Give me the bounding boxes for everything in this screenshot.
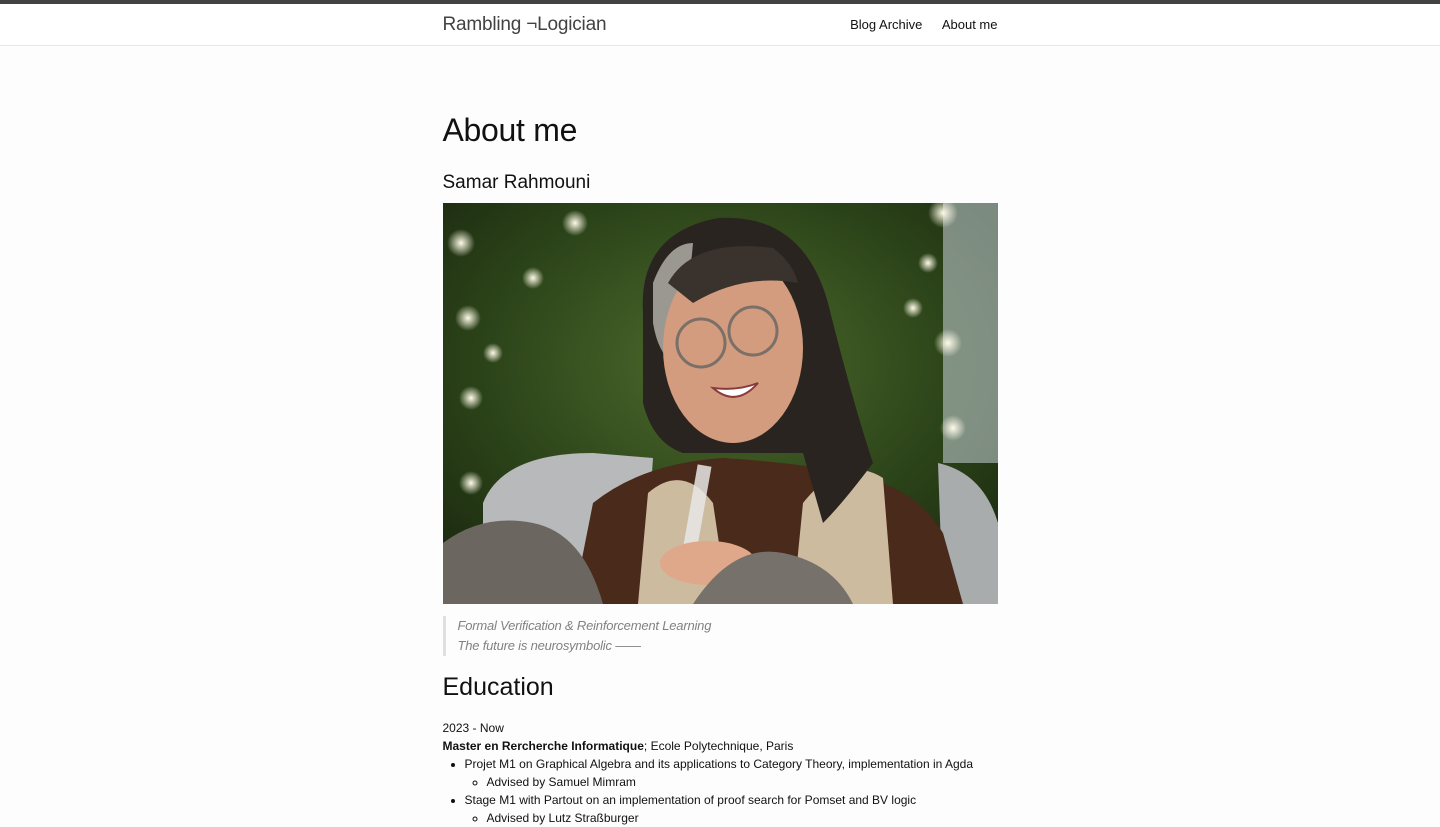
education-period: 2023 - Now: [442, 721, 504, 735]
list-item: Stage M1 with Partout on an implementati…: [465, 791, 998, 827]
author-name: Samar Rahmouni: [442, 172, 591, 193]
education-heading: Education: [442, 673, 554, 701]
main-content: About me Samar Rahmouni Formal Verificat…: [442, 46, 998, 825]
nav-link-blog-archive[interactable]: Blog Archive: [850, 17, 922, 32]
header-wrapper: Rambling ¬Logician Blog Archive About me: [443, 4, 998, 45]
education-degree-line: Master en Rercherche Informatique; Ecole…: [443, 737, 998, 755]
education-section: 2023 - Now Master en Rercherche Informat…: [443, 719, 998, 827]
site-title-link[interactable]: Rambling ¬Logician: [443, 4, 607, 45]
education-list: Projet M1 on Graphical Algebra and its a…: [443, 755, 998, 827]
degree-institution: ; Ecole Polytechnique, Paris: [643, 739, 794, 753]
site-header: Rambling ¬Logician Blog Archive About me: [0, 4, 1440, 46]
sub-list: Advised by Lutz Straßburger: [465, 809, 998, 827]
quote-line-2: The future is neurosymbolic ——: [457, 638, 641, 653]
tagline-quote: Formal Verification & Reinforcement Lear…: [442, 616, 712, 656]
list-item: Projet M1 on Graphical Algebra and its a…: [465, 755, 998, 791]
page-title: About me: [442, 112, 578, 148]
degree-name: Master en Rercherche Informatique: [442, 739, 644, 753]
quote-line-1: Formal Verification & Reinforcement Lear…: [457, 618, 712, 633]
sub-list-item: Advised by Lutz Straßburger: [487, 809, 998, 827]
list-item-text: Projet M1 on Graphical Algebra and its a…: [464, 757, 974, 771]
sub-list-item: Advised by Samuel Mimram: [487, 773, 998, 791]
site-nav: Blog Archive About me: [835, 4, 997, 45]
nav-link-about-me[interactable]: About me: [942, 17, 998, 32]
sub-list: Advised by Samuel Mimram: [465, 773, 998, 791]
list-item-text: Stage M1 with Partout on an implementati…: [464, 793, 917, 807]
profile-photo: [442, 203, 998, 604]
